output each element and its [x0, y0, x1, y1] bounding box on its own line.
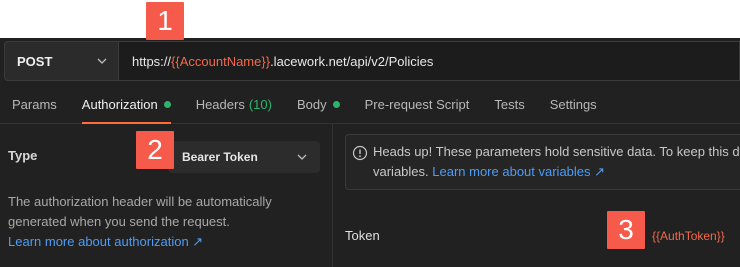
- sensitive-data-notice: Heads up! These parameters hold sensitiv…: [345, 134, 740, 190]
- tab-pre-request-script[interactable]: Pre-request Script: [365, 85, 470, 123]
- auth-description: The authorization header will be automat…: [8, 192, 308, 252]
- tab-headers[interactable]: Headers (10): [196, 85, 272, 123]
- status-dot-icon: [332, 100, 340, 108]
- learn-more-authorization-link[interactable]: Learn more about authorization ↗: [8, 234, 203, 249]
- tab-params[interactable]: Params: [12, 85, 57, 123]
- tab-label: Tests: [494, 96, 525, 112]
- chevron-down-icon: [97, 58, 107, 64]
- auth-type-label: Type: [8, 148, 38, 163]
- tab-label: Authorization: [81, 96, 158, 112]
- tab-authorization[interactable]: Authorization: [81, 85, 171, 124]
- notice-line-2: variables.: [373, 164, 429, 179]
- tab-label: Headers: [195, 96, 245, 112]
- tab-body[interactable]: Body: [297, 85, 340, 123]
- notice-text: Heads up! These parameters hold sensitiv…: [373, 142, 740, 182]
- url-variable: {{AccountName}}: [171, 53, 271, 69]
- tab-label: Body: [296, 96, 327, 112]
- tab-tests[interactable]: Tests: [494, 85, 524, 123]
- auth-type-value: Bearer Token: [182, 150, 258, 164]
- step-marker-2: 2: [136, 131, 174, 169]
- tab-label: Pre-request Script: [364, 96, 470, 112]
- tab-label: Params: [12, 96, 57, 112]
- auth-type-select[interactable]: Bearer Token: [168, 141, 320, 173]
- chevron-down-icon: [297, 154, 307, 160]
- tab-settings[interactable]: Settings: [550, 85, 597, 123]
- token-input[interactable]: {{AuthToken}}: [646, 223, 740, 249]
- notice-line-1: Heads up! These parameters hold sensitiv…: [373, 144, 740, 159]
- step-marker-1: 1: [146, 2, 184, 40]
- step-marker-3: 3: [607, 211, 645, 249]
- tab-label: Settings: [549, 96, 597, 112]
- url-prefix: https://: [132, 53, 172, 69]
- info-icon: [352, 145, 368, 161]
- method-label: POST: [17, 53, 53, 69]
- status-dot-icon: [163, 100, 171, 108]
- request-tabs: Params Authorization Headers (10) Body P…: [0, 85, 740, 124]
- url-bar: POST https://{{AccountName}} .lacework.ne…: [4, 41, 740, 81]
- headers-count: (10): [248, 96, 272, 112]
- learn-more-variables-link[interactable]: Learn more about variables ↗: [432, 164, 605, 179]
- url-input[interactable]: https://{{AccountName}} .lacework.net/api…: [118, 41, 740, 81]
- method-select[interactable]: POST: [4, 41, 118, 81]
- auth-description-text: The authorization header will be automat…: [8, 194, 272, 229]
- url-suffix: .lacework.net/api/v2/Policies: [270, 53, 434, 69]
- token-label: Token: [345, 228, 380, 243]
